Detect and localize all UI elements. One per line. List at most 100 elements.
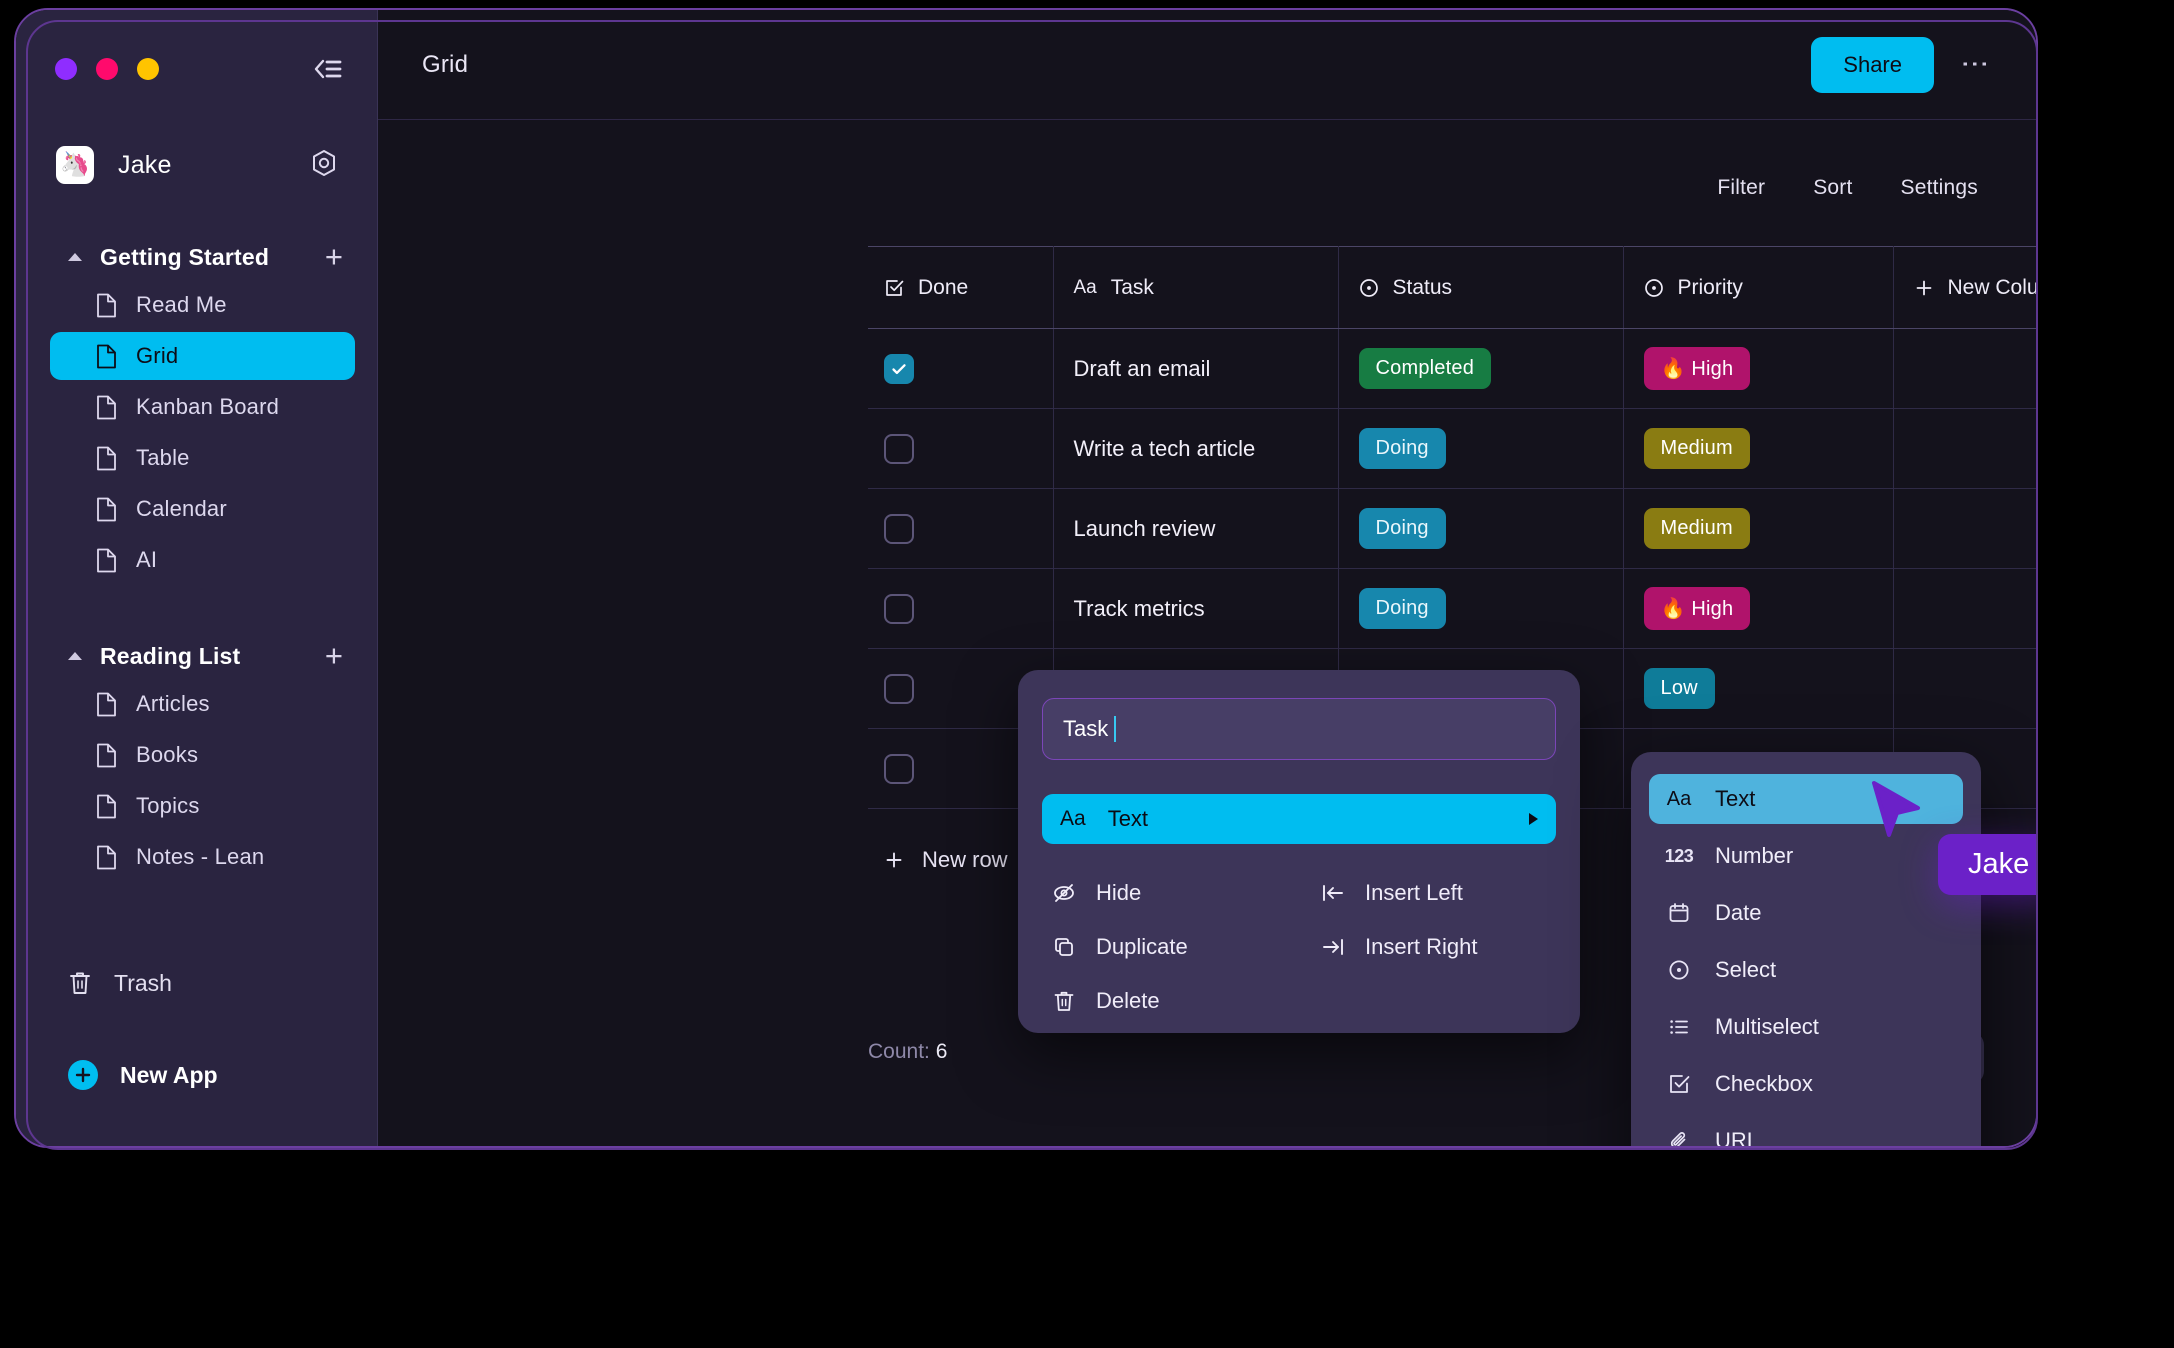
caret-up-icon bbox=[68, 253, 82, 261]
sidebar-item-label: Notes - Lean bbox=[136, 844, 265, 869]
filter-button[interactable]: Filter bbox=[1717, 176, 1765, 200]
sidebar-item-articles[interactable]: Articles bbox=[50, 680, 355, 728]
cell-done[interactable] bbox=[868, 408, 1054, 489]
table-header-row: Done Aa Task Status Priority New Colu bbox=[868, 246, 2036, 329]
sidebar-item-grid[interactable]: Grid bbox=[50, 332, 355, 380]
cell-task[interactable]: Track metrics bbox=[1053, 568, 1339, 649]
collapse-sidebar-icon[interactable] bbox=[310, 56, 344, 82]
insert-right-icon bbox=[1321, 935, 1345, 959]
dropdown-option-select[interactable]: Select bbox=[1649, 945, 1963, 995]
row-checkbox[interactable] bbox=[884, 753, 914, 784]
document-icon bbox=[96, 395, 117, 420]
cell-new-column[interactable] bbox=[1893, 648, 2036, 729]
row-checkbox[interactable] bbox=[884, 513, 914, 544]
sidebar-item-topics[interactable]: Topics bbox=[50, 782, 355, 830]
column-header-label: Priority bbox=[1677, 275, 1743, 299]
dropdown-option-url[interactable]: URL bbox=[1649, 1116, 1963, 1146]
section-header-reading-list[interactable]: Reading List + bbox=[16, 635, 377, 677]
dropdown-option-date[interactable]: Date bbox=[1649, 888, 1963, 938]
sidebar-item-read-me[interactable]: Read Me bbox=[50, 281, 355, 329]
sidebar-item-calendar[interactable]: Calendar bbox=[50, 485, 355, 533]
cell-priority[interactable]: Low bbox=[1623, 648, 1894, 729]
sidebar-item-books[interactable]: Books bbox=[50, 731, 355, 779]
column-header-task[interactable]: Aa Task bbox=[1053, 246, 1339, 329]
cell-task[interactable]: Launch review bbox=[1053, 488, 1339, 569]
column-name-input[interactable]: Task bbox=[1042, 698, 1556, 760]
row-checkbox[interactable] bbox=[884, 673, 914, 704]
menu-item-duplicate[interactable]: Duplicate bbox=[1042, 934, 1299, 960]
document-icon bbox=[96, 743, 117, 768]
share-button[interactable]: Share bbox=[1811, 36, 1934, 93]
cell-priority[interactable]: 🔥 High bbox=[1623, 328, 1894, 409]
cell-status[interactable]: Doing bbox=[1338, 408, 1624, 489]
document-icon bbox=[96, 446, 117, 471]
cell-status[interactable]: Completed bbox=[1338, 328, 1624, 409]
sidebar-item-table[interactable]: Table bbox=[50, 434, 355, 482]
column-header-status[interactable]: Status bbox=[1338, 246, 1624, 329]
cell-task[interactable]: Draft an email bbox=[1053, 328, 1339, 409]
main-content: Grid Share ⋮ Filter Sort Settings Done A… bbox=[378, 10, 2036, 1146]
menu-item-label: Duplicate bbox=[1096, 934, 1188, 959]
dropdown-option-label: Multiselect bbox=[1715, 1014, 1819, 1039]
cell-new-column[interactable] bbox=[1893, 568, 2036, 649]
dropdown-option-label: Select bbox=[1715, 957, 1777, 982]
sidebar-item-kanban-board[interactable]: Kanban Board bbox=[50, 383, 355, 431]
sidebar: 🦄 Jake Getting Started + Read Me Grid Ka… bbox=[16, 10, 378, 1146]
cell-new-column[interactable] bbox=[1893, 328, 2036, 409]
column-header-done[interactable]: Done bbox=[868, 246, 1054, 329]
menu-item-delete[interactable]: Delete bbox=[1042, 988, 1299, 1014]
new-app-button[interactable]: New App bbox=[16, 1048, 377, 1102]
insert-left-icon bbox=[1321, 881, 1345, 905]
cell-priority[interactable]: Medium bbox=[1623, 488, 1894, 569]
user-profile-row[interactable]: 🦄 Jake bbox=[16, 142, 377, 188]
document-icon bbox=[96, 497, 117, 522]
column-header-label: Status bbox=[1392, 275, 1453, 299]
column-type-selector[interactable]: Aa Text bbox=[1042, 794, 1556, 844]
more-options-icon[interactable]: ⋮ bbox=[1956, 50, 1994, 79]
menu-item-insert-right[interactable]: Insert Right bbox=[1299, 934, 1556, 960]
document-icon bbox=[96, 293, 117, 318]
column-header-priority[interactable]: Priority bbox=[1623, 246, 1894, 329]
remote-cursor-icon bbox=[1868, 780, 1928, 846]
window-maximize-dot[interactable] bbox=[137, 58, 159, 80]
settings-button[interactable]: Settings bbox=[1901, 176, 1978, 200]
plus-icon bbox=[884, 850, 904, 870]
gear-icon[interactable] bbox=[309, 148, 339, 178]
add-page-button-getting-started[interactable]: + bbox=[325, 241, 343, 272]
column-header-new-column[interactable]: New Column bbox=[1893, 246, 2036, 329]
cell-status[interactable]: Doing bbox=[1338, 568, 1624, 649]
sidebar-item-trash[interactable]: Trash bbox=[16, 956, 377, 1010]
column-header-label: Task bbox=[1110, 275, 1154, 299]
page-title: Grid bbox=[422, 50, 469, 78]
text-cursor bbox=[1114, 716, 1117, 742]
cell-new-column[interactable] bbox=[1893, 488, 2036, 569]
menu-item-label: Delete bbox=[1096, 988, 1160, 1013]
dropdown-option-checkbox[interactable]: Checkbox bbox=[1649, 1059, 1963, 1109]
section-header-getting-started[interactable]: Getting Started + bbox=[16, 236, 377, 278]
column-context-menu: Task Aa Text Hide Insert Left Duplicate … bbox=[1018, 670, 1580, 1033]
row-checkbox[interactable] bbox=[884, 433, 914, 464]
cell-task[interactable]: Write a tech article bbox=[1053, 408, 1339, 489]
priority-badge: Low bbox=[1643, 668, 1715, 709]
cell-status[interactable]: Doing bbox=[1338, 488, 1624, 569]
cell-done[interactable] bbox=[868, 328, 1054, 409]
add-page-button-reading-list[interactable]: + bbox=[325, 640, 343, 671]
cell-done[interactable] bbox=[868, 488, 1054, 569]
avatar-glyph: 🦄 bbox=[60, 151, 90, 178]
window-close-dot[interactable] bbox=[55, 58, 77, 80]
dropdown-option-label: Text bbox=[1715, 786, 1756, 811]
sort-button[interactable]: Sort bbox=[1813, 176, 1852, 200]
sidebar-item-ai[interactable]: AI bbox=[50, 536, 355, 584]
row-checkbox[interactable] bbox=[884, 593, 914, 624]
cell-done[interactable] bbox=[868, 568, 1054, 649]
cell-new-column[interactable] bbox=[1893, 408, 2036, 489]
menu-item-insert-left[interactable]: Insert Left bbox=[1299, 880, 1556, 906]
cell-priority[interactable]: 🔥 High bbox=[1623, 568, 1894, 649]
row-checkbox[interactable] bbox=[884, 353, 914, 384]
window-minimize-dot[interactable] bbox=[96, 58, 118, 80]
dropdown-option-multiselect[interactable]: Multiselect bbox=[1649, 1002, 1963, 1052]
sidebar-item-notes-lean[interactable]: Notes - Lean bbox=[50, 833, 355, 881]
select-circle-icon bbox=[1644, 278, 1664, 298]
menu-item-hide[interactable]: Hide bbox=[1042, 880, 1299, 906]
cell-priority[interactable]: Medium bbox=[1623, 408, 1894, 489]
